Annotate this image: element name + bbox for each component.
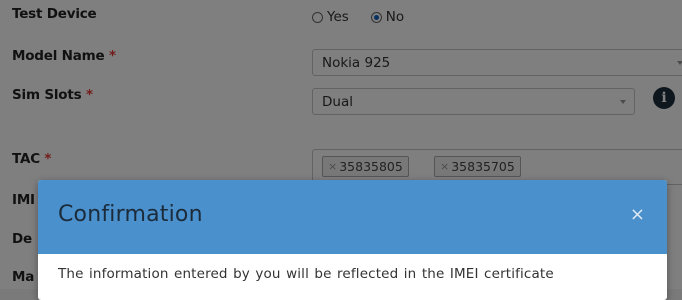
confirmation-modal: Confirmation × The information entered b… [38, 180, 667, 300]
modal-header: Confirmation × [38, 180, 667, 254]
modal-body-text: The information entered by you will be r… [58, 266, 554, 282]
modal-title: Confirmation [58, 202, 203, 227]
close-icon[interactable]: × [630, 204, 645, 225]
